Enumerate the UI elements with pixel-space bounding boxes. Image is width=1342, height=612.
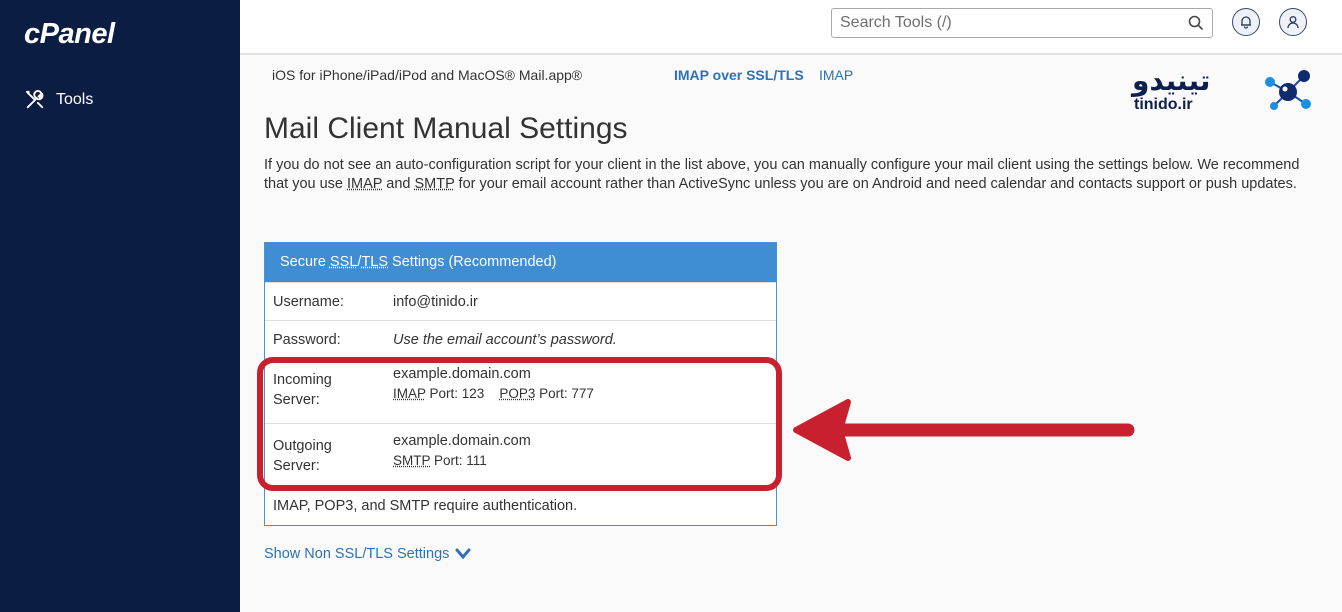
auth-note: IMAP, POP3, and SMTP require authenticat… (273, 498, 578, 514)
molecule-icon (1265, 70, 1311, 110)
intro-and: and (382, 176, 415, 192)
show-non-ssl-settings-link[interactable]: Show Non SSL/TLS Settings (264, 546, 471, 562)
imap-link[interactable]: IMAP (819, 67, 853, 83)
watermark-en-text: tinido.ir (1134, 96, 1193, 113)
username-label: Username: (273, 294, 344, 310)
password-row: Password: Use the email account’s passwo… (265, 320, 776, 359)
red-arrow-icon (793, 399, 1135, 461)
top-bar (240, 0, 1342, 55)
highlight-box (257, 357, 782, 491)
search-input[interactable] (832, 9, 1172, 37)
client-name: iOS for iPhone/iPad/iPod and MacOS® Mail… (272, 67, 583, 83)
sidebar-item-label: Tools (56, 91, 94, 108)
password-label: Password: (273, 332, 341, 348)
panel-heading: Secure SSL/TLS Settings (Recommended) (265, 243, 776, 282)
user-menu-button[interactable] (1279, 8, 1307, 36)
search-icon[interactable] (1188, 15, 1204, 31)
tools-icon (25, 90, 44, 109)
show-non-ssl-label: Show Non SSL/TLS Settings (264, 546, 450, 562)
smtp-abbr: SMTP (414, 176, 455, 192)
heading-suffix: Settings (Recommended) (388, 254, 557, 270)
notifications-button[interactable] (1232, 8, 1260, 36)
heading-prefix: Secure (280, 254, 330, 270)
sidebar-item-tools[interactable]: Tools (24, 88, 93, 112)
imap-abbr: IMAP (347, 176, 383, 192)
ssl-abbr: SSL (329, 254, 358, 270)
intro-part2: for your email account rather than Activ… (454, 176, 1297, 192)
watermark-fa-text: تینیدو (1132, 64, 1211, 97)
intro-text: If you do not see an auto-configuration … (264, 156, 1309, 194)
imap-ssl-link[interactable]: IMAP over SSL/TLS (674, 67, 804, 83)
password-value: Use the email account’s password. (393, 332, 617, 348)
sidebar: cPanel Tools (0, 0, 240, 612)
username-row: Username: info@tinido.ir (265, 282, 776, 321)
bell-icon (1241, 16, 1251, 29)
user-icon (1287, 16, 1299, 29)
auth-note-row: IMAP, POP3, and SMTP require authenticat… (265, 488, 776, 528)
search-box (831, 8, 1213, 38)
tls-abbr: TLS (361, 254, 389, 270)
chevron-down-icon (455, 548, 471, 560)
username-value: info@tinido.ir (393, 294, 478, 310)
page-title: Mail Client Manual Settings (264, 112, 628, 145)
cpanel-logo[interactable]: cPanel (24, 18, 115, 51)
tinido-watermark: تینیدو tinido.ir (1128, 64, 1318, 116)
